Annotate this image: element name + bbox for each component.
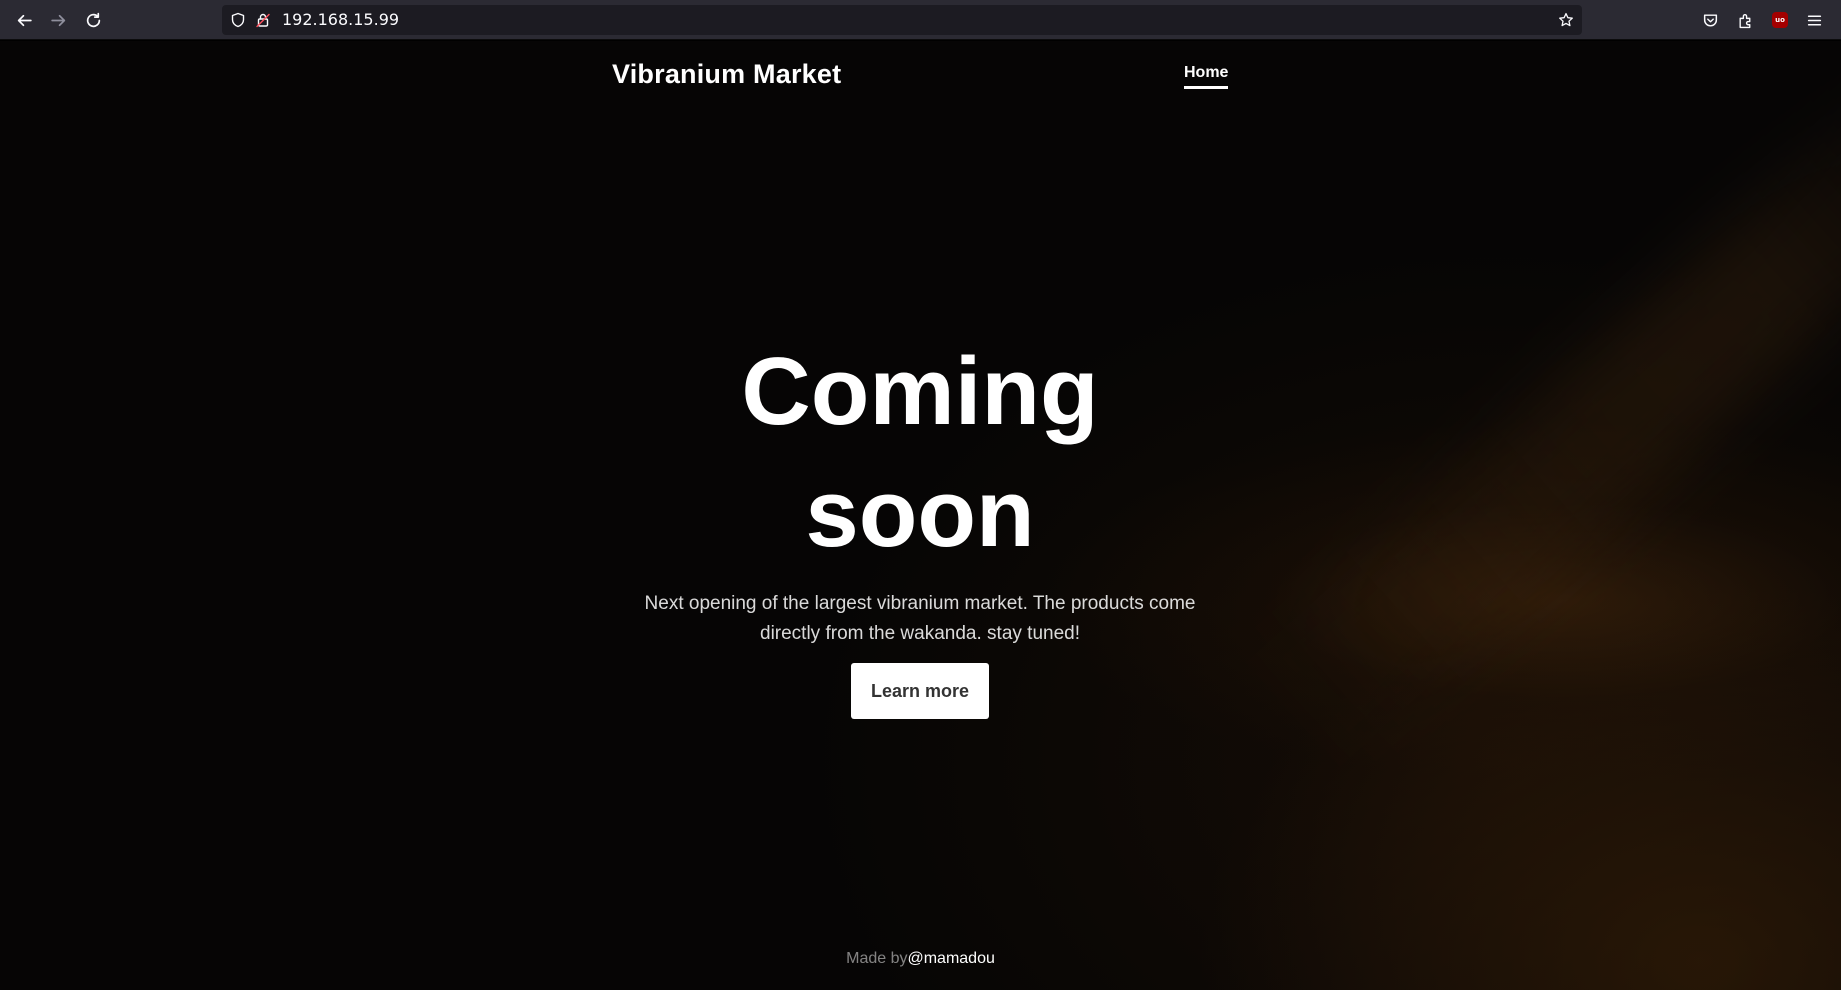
page-viewport: Vibranium Market Home Coming soon Next o… [0,41,1841,990]
background-glow [1248,57,1841,765]
hero-title: Coming soon [520,331,1320,575]
pocket-icon[interactable] [1699,9,1721,31]
hero-lead: Next opening of the largest vibranium ma… [644,593,1196,644]
hero-title-line2: soon [805,460,1035,567]
reload-icon[interactable] [81,8,105,32]
menu-icon[interactable] [1803,9,1825,31]
insecure-lock-icon[interactable] [255,12,271,28]
footer: Made by@mamadou [0,950,1841,968]
footer-prefix: Made by [846,950,908,967]
ublock-origin-icon[interactable]: uo [1769,9,1791,31]
hero-section: Coming soon Next opening of the largest … [520,331,1320,719]
extensions-icon[interactable] [1734,9,1756,31]
footer-author-link[interactable]: @mamadou [907,950,994,967]
learn-more-button[interactable]: Learn more [850,663,990,719]
forward-icon[interactable] [46,8,70,32]
nav-link-home[interactable]: Home [1184,64,1229,89]
hero-title-line1: Coming [741,338,1099,445]
site-brand[interactable]: Vibranium Market [612,59,841,90]
ublock-badge: uo [1772,12,1788,28]
shield-icon[interactable] [230,12,246,28]
back-icon[interactable] [12,8,36,32]
url-text[interactable]: 192.168.15.99 [282,11,399,29]
url-bar[interactable]: 192.168.15.99 [222,5,1582,35]
browser-toolbar: 192.168.15.99 uo [0,0,1841,40]
bookmark-star-icon[interactable] [1558,12,1574,28]
